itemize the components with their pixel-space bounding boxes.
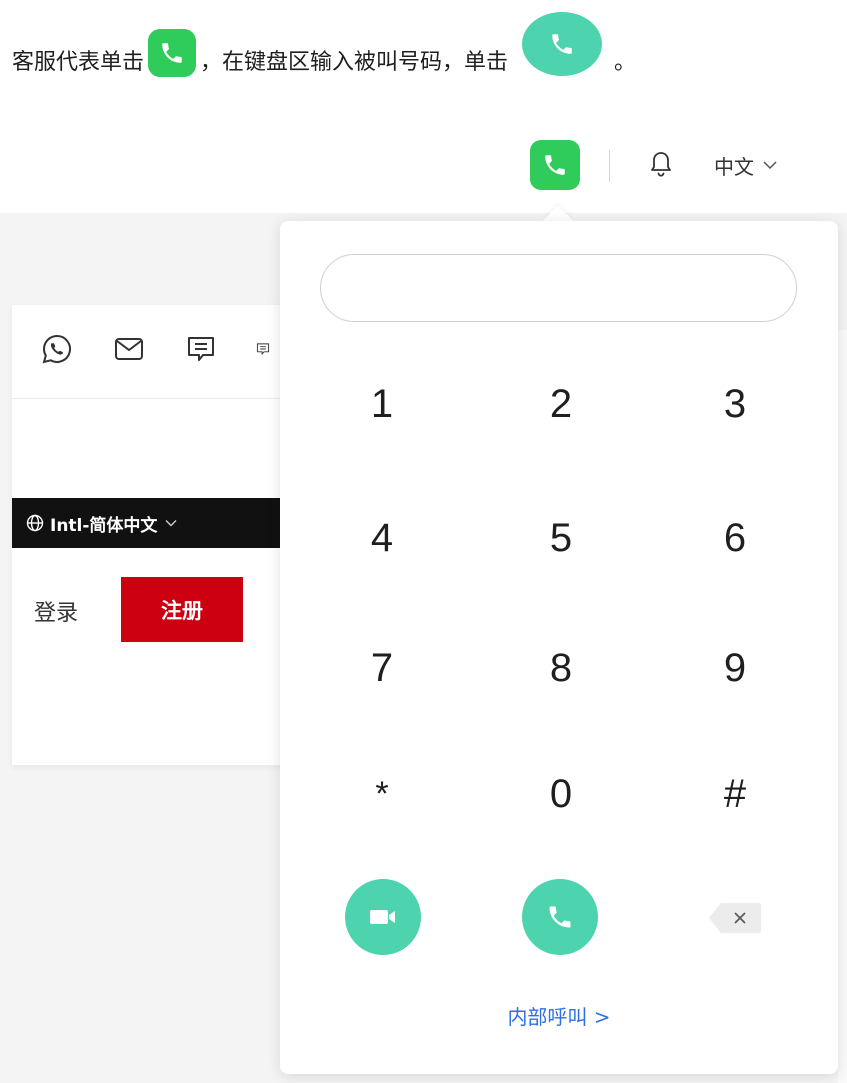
chevron-down-icon [762,157,778,173]
topbar-divider [609,150,610,182]
language-selector[interactable]: 中文 [714,150,778,180]
mail-icon[interactable] [112,332,146,366]
backspace-icon [709,903,761,933]
softphone-button[interactable] [530,140,580,190]
key-4[interactable]: 4 [337,493,427,583]
key-2[interactable]: 2 [516,359,606,449]
globe-icon [26,514,44,532]
call-icon [549,906,571,928]
login-link[interactable]: 登录 [34,595,78,627]
region-selector[interactable]: Intl-简体中文 [12,498,312,548]
instruction-text: 客服代表单击 ，在键盘区输入被叫号码，单击 。 [12,12,637,98]
key-6[interactable]: 6 [690,493,780,583]
background-edge [838,330,847,1083]
channel-icons [40,332,308,366]
register-button[interactable]: 注册 [121,577,243,642]
phone-icon [148,29,197,77]
internal-call-link[interactable]: 内部呼叫 > [280,1001,838,1030]
notifications-button[interactable] [648,147,674,183]
call-icon [522,12,603,76]
voice-call-button[interactable] [522,879,598,955]
key-7[interactable]: 7 [337,623,427,713]
instruction-part-3: 。 [614,50,637,75]
key-5[interactable]: 5 [516,493,606,583]
dialpad-popup: 1 2 3 4 5 6 7 8 9 * 0 # 内部呼叫 > [280,221,838,1074]
key-0[interactable]: 0 [516,749,606,839]
video-call-icon [370,910,395,924]
phone-number-input[interactable] [320,254,797,322]
instruction-part-2: ，在键盘区输入被叫号码，单击 [200,50,509,75]
chat-icon[interactable] [184,332,218,366]
phone-icon [545,155,565,175]
key-3[interactable]: 3 [690,359,780,449]
instruction-part-1: 客服代表单击 [12,50,145,75]
background-divider [12,398,312,399]
key-hash[interactable]: # [690,749,780,839]
video-call-button[interactable] [345,879,421,955]
backspace-button[interactable] [707,901,763,935]
key-star[interactable]: * [337,749,427,839]
region-label: Intl-简体中文 [50,515,158,536]
key-1[interactable]: 1 [337,359,427,449]
key-8[interactable]: 8 [516,623,606,713]
key-9[interactable]: 9 [690,623,780,713]
bell-icon [651,152,671,177]
language-label: 中文 [714,154,754,179]
message-icon[interactable] [256,332,270,366]
whatsapp-icon[interactable] [40,332,74,366]
chevron-down-icon [165,519,177,527]
